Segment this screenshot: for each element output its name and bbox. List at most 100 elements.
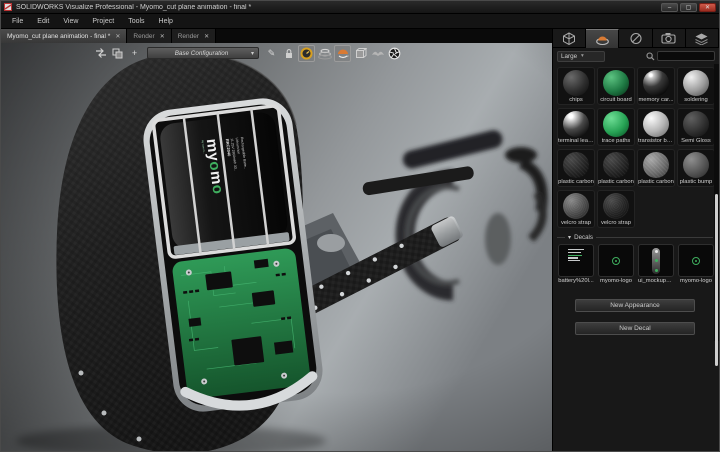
tab-render-1[interactable]: Render ✕ [127,29,171,43]
appearance-label: plastic carbon [598,178,634,185]
panel-scrollbar-thumb[interactable] [715,194,718,366]
lock-icon[interactable] [281,46,296,61]
decal-label: battery%20l... [558,277,593,284]
menu-view[interactable]: View [56,16,85,27]
environments-tab[interactable] [619,29,652,48]
search-input[interactable] [657,51,715,61]
app-logo-icon [4,3,12,11]
decal-thumbnail [638,244,674,277]
cameras-tab[interactable] [653,29,686,48]
appearance-swatch[interactable]: terminal leads [557,108,595,146]
ui-mockup-art [652,248,660,274]
material-sphere [603,193,629,219]
add-icon[interactable]: + [127,46,142,61]
models-tab[interactable] [553,29,586,48]
menu-bar: File Edit View Project Tools Help [1,14,719,29]
appearance-label: velcro strap [561,219,591,226]
appearance-swatch[interactable]: memory car... [637,67,675,105]
tab-project[interactable]: Myomo_cut plane animation - final * ✕ [1,29,127,43]
decal-label: myomo-logo [680,277,712,284]
edit-pencil-icon[interactable]: ✎ [264,46,279,61]
decal-item[interactable]: battery%20l... [557,244,595,284]
wings-icon[interactable] [370,46,385,61]
divider [596,237,713,238]
decal-thumbnail [598,244,634,277]
battery-label-art [568,249,588,267]
minimize-button[interactable]: – [661,3,678,12]
title-bar: SOLIDWORKS Visualize Professional - Myom… [1,1,719,14]
menu-help[interactable]: Help [152,16,180,27]
appearance-swatch[interactable]: trace paths [597,108,635,146]
material-sphere [643,111,669,137]
new-decal-button[interactable]: New Decal [575,322,695,335]
decal-label: ui_mockup_2... [638,277,674,284]
appearance-label: chips [569,96,583,103]
tab-label: Render [178,33,199,40]
palette-content: chips circuit board memory car... solder… [553,64,719,451]
chevron-down-icon: ▾ [568,234,571,241]
appearance-swatch[interactable]: Semi Gloss [677,108,715,146]
cube-icon[interactable] [353,46,368,61]
appearance-label: memory car... [638,96,673,103]
chevron-down-icon: ▾ [581,53,601,59]
myomo-logo-art [692,257,700,265]
close-button[interactable]: ✕ [699,3,716,12]
appearance-dome-icon[interactable] [334,45,351,62]
material-sphere [643,70,669,96]
thumbnail-size-select[interactable]: Large ▾ [557,51,605,62]
appearance-swatch[interactable]: soldering [677,67,715,105]
appearance-label: soldering [684,96,708,103]
material-sphere [643,152,669,178]
appearance-swatch[interactable]: chips [557,67,595,105]
appearance-swatch[interactable]: circuit board [597,67,635,105]
material-sphere [683,152,709,178]
appearance-swatch[interactable]: plastic carbon [637,149,675,187]
appearance-label: circuit board [600,96,632,103]
new-appearance-button[interactable]: New Appearance [575,299,695,312]
configuration-dropdown[interactable]: Base Configuration ▾ [147,47,259,59]
environment-ripple-icon[interactable] [317,46,332,61]
appearance-label: plastic bump [680,178,713,185]
render-viewport[interactable]: myomo my own m... RRC2040 11.25V 2950mAh… [1,43,552,451]
appearance-swatch[interactable]: velcro strap [557,190,595,228]
document-tab-bar: Myomo_cut plane animation - final * ✕ Re… [1,29,552,43]
menu-file[interactable]: File [5,16,30,27]
appearance-swatch[interactable]: plastic carbon [557,149,595,187]
appearance-label: velcro strap [601,219,631,226]
window-title: SOLIDWORKS Visualize Professional - Myom… [16,4,661,11]
palette-panel: Large ▾ chips circuit board memory car..… [552,29,719,451]
aperture-icon[interactable] [387,46,402,61]
material-sphere [603,111,629,137]
decal-item[interactable]: myomo-logo [677,244,715,284]
tab-close-icon[interactable]: ✕ [204,33,209,40]
decal-thumbnail [558,244,594,277]
thumbnail-size-value: Large [561,53,581,60]
appearance-swatch[interactable]: plastic bump [677,149,715,187]
layers-tab[interactable] [686,29,719,48]
appearance-label: plastic carbon [638,178,674,185]
decal-item[interactable]: myomo-logo [597,244,635,284]
duplicate-icon[interactable] [110,46,125,61]
tab-close-icon[interactable]: ✕ [160,33,165,40]
appearance-swatch[interactable]: plastic carbon [597,149,635,187]
maximize-button[interactable]: ▢ [680,3,697,12]
menu-tools[interactable]: Tools [121,16,151,27]
tab-label: Render [133,33,154,40]
tab-close-icon[interactable]: ✕ [115,33,120,40]
tab-render-2[interactable]: Render ✕ [172,29,216,43]
decals-section-header[interactable]: ▾ Decals [557,234,713,241]
material-sphere [603,152,629,178]
appearance-swatch[interactable]: transistor base [637,108,675,146]
decal-label: myomo-logo [600,277,632,284]
menu-edit[interactable]: Edit [30,16,56,27]
sync-arrows-icon[interactable] [93,46,108,61]
palette-filter-row: Large ▾ [553,48,719,64]
decal-item[interactable]: ui_mockup_2... [637,244,675,284]
appearance-swatch[interactable]: velcro strap [597,190,635,228]
appearance-label: trace paths [602,137,631,144]
myomo-logo-art [612,257,620,265]
menu-project[interactable]: Project [85,16,121,27]
turntable-gauge-icon[interactable] [298,45,315,62]
appearances-tab[interactable] [586,29,619,48]
chevron-down-icon: ▾ [251,50,254,57]
